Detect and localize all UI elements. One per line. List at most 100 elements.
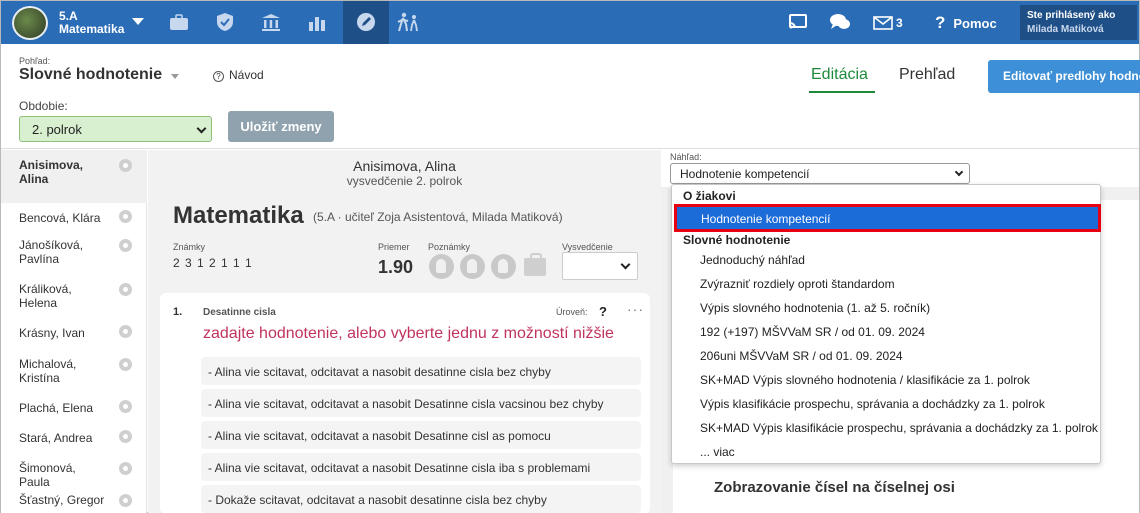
evaluation-option[interactable]: - Alina vie scitavat, odcitavat a nasobi… xyxy=(201,389,641,417)
guide-link[interactable]: ? Návod xyxy=(213,68,264,82)
edit-templates-button[interactable]: Editovať predlohy hodnotenia xyxy=(988,60,1140,93)
dropdown-item-label: Hodnotenie kompetencií xyxy=(701,212,831,226)
status-circle-icon[interactable] xyxy=(119,159,132,172)
help-label: Pomoc xyxy=(953,16,997,31)
evaluation-option[interactable]: - Alina vie scitavat, odcitavat a nasobi… xyxy=(201,357,641,385)
student-name: Králiková, Helena xyxy=(19,282,72,310)
status-circle-icon[interactable] xyxy=(119,283,132,296)
certificate-grade-select[interactable] xyxy=(562,252,638,280)
save-changes-button[interactable]: Uložiť zmeny xyxy=(228,111,334,142)
status-circle-icon[interactable] xyxy=(119,239,132,252)
dropdown-item[interactable]: 192 (+197) MŠVVaM SR / od 01. 09. 2024 xyxy=(700,325,925,339)
active-tab-underline xyxy=(809,91,875,93)
status-circle-icon[interactable] xyxy=(119,325,132,338)
status-circle-icon[interactable] xyxy=(119,430,132,443)
status-circle-icon[interactable] xyxy=(119,494,132,507)
student-item[interactable]: Jánošíková, Pavlína xyxy=(1,230,147,274)
question-circle-icon: ? xyxy=(213,71,224,82)
preview-label: Náhľad: xyxy=(670,152,702,162)
dropdown-item[interactable]: Výpis klasifikácie prospechu, správania … xyxy=(700,397,1045,411)
status-circle-icon[interactable] xyxy=(119,462,132,475)
class-caret-icon[interactable] xyxy=(132,18,144,25)
mail-count: 3 xyxy=(896,15,903,30)
status-circle-icon[interactable] xyxy=(119,210,132,223)
certificate-subtitle: vysvedčenie 2. polrok xyxy=(346,174,463,188)
status-circle-icon[interactable] xyxy=(119,358,132,371)
student-name: Stará, Andrea xyxy=(19,431,93,445)
student-name: Anisimova, Alina xyxy=(19,158,84,186)
guide-label: Návod xyxy=(229,68,264,82)
mail-button[interactable]: 3 xyxy=(873,1,903,44)
view-caret-icon[interactable] xyxy=(171,74,179,79)
evaluation-option[interactable]: - Alina vie scitavat, odcitavat a nasobi… xyxy=(201,421,641,449)
institution-icon[interactable] xyxy=(258,9,284,35)
average-label: Priemer xyxy=(378,242,410,252)
period-select[interactable]: 2. polrok xyxy=(19,116,212,142)
student-item[interactable]: Anisimova, Alina xyxy=(1,150,147,203)
note-warning-icon[interactable] xyxy=(460,254,485,279)
dropdown-more[interactable]: ... viac xyxy=(700,445,735,459)
dropdown-item[interactable]: SK+MAD Výpis slovného hodnotenia / klasi… xyxy=(700,373,1030,387)
note-person-icon[interactable] xyxy=(491,254,516,279)
student-name: Jánošíková, Pavlína xyxy=(19,238,84,266)
tab-overview[interactable]: Prehľad xyxy=(899,66,955,84)
dropdown-item[interactable]: Zvýrazniť rozdiely oproti štandardom xyxy=(700,277,895,291)
evaluation-option[interactable]: - Alina vie scitavat, odcitavat a nasobi… xyxy=(201,453,641,481)
note-praise-icon[interactable] xyxy=(429,254,454,279)
dropdown-item[interactable]: Výpis slovného hodnotenia (1. až 5. ročn… xyxy=(700,301,930,315)
student-name: Michalová, Kristína xyxy=(19,357,77,385)
student-item[interactable]: Bencová, Klára xyxy=(1,203,147,230)
grades-list[interactable]: 2 3 1 2 1 1 1 xyxy=(173,256,253,270)
period-value: 2. polrok xyxy=(32,122,82,137)
more-options-icon[interactable]: ··· xyxy=(627,301,644,317)
chevron-down-icon xyxy=(196,123,207,134)
bag-icon[interactable] xyxy=(524,253,546,276)
pencil-circle-icon[interactable] xyxy=(353,9,379,35)
user-name: Milada Matiková xyxy=(1027,24,1104,35)
student-item[interactable]: Šťastný, Gregor xyxy=(1,485,147,513)
notes-label: Poznámky xyxy=(428,242,471,252)
student-item[interactable]: Michalová, Kristína xyxy=(1,349,147,393)
evaluation-prompt[interactable]: zadajte hodnotenie, alebo vyberte jednu … xyxy=(203,325,614,343)
tab-edit[interactable]: Editácia xyxy=(811,66,868,84)
student-item[interactable]: Stará, Andrea xyxy=(1,423,147,453)
student-item[interactable]: Šimonová, Paula xyxy=(1,453,147,489)
student-name: Šťastný, Gregor xyxy=(19,493,105,507)
student-item[interactable]: Krásny, Ivan xyxy=(1,318,147,349)
chevron-down-icon xyxy=(954,167,964,177)
student-item[interactable]: Plachá, Elena xyxy=(1,393,147,423)
student-list: Anisimova, Alina Bencová, Klára Jánošíková… xyxy=(1,150,147,513)
grades-label: Známky xyxy=(173,242,206,252)
period-label: Obdobie: xyxy=(19,99,68,113)
chevron-down-icon xyxy=(620,259,631,270)
status-circle-icon[interactable] xyxy=(119,400,132,413)
evaluation-option[interactable]: - Dokaže scitavat, odcitavat a nasobit d… xyxy=(201,485,641,513)
student-item[interactable]: Králiková, Helena xyxy=(1,274,147,318)
class-subject: Matematika xyxy=(59,22,125,36)
user-account[interactable]: Ste prihlásený ako Milada Matiková xyxy=(1020,5,1137,40)
bar-chart-icon[interactable] xyxy=(304,9,330,35)
chat-icon[interactable] xyxy=(827,9,853,35)
cast-icon[interactable] xyxy=(785,9,811,35)
walking-people-icon[interactable] xyxy=(395,9,421,35)
dropdown-group-label: O žiakovi xyxy=(683,189,736,203)
class-selector[interactable]: 5.A Matematika xyxy=(59,10,124,36)
level-value[interactable]: ? xyxy=(599,304,607,319)
certificate-label: Vysvedčenie xyxy=(562,242,613,252)
subject-teachers: (5.A · učiteľ Zoja Asistentová, Milada M… xyxy=(313,210,563,224)
level-label: Úroveň: xyxy=(556,307,588,317)
dropdown-item-selected[interactable]: Hodnotenie kompetencií xyxy=(674,204,1101,232)
view-selector[interactable]: Slovné hodnotenie xyxy=(19,66,162,84)
shield-check-icon[interactable] xyxy=(212,9,238,35)
school-logo[interactable] xyxy=(12,6,48,40)
briefcase-icon[interactable] xyxy=(166,9,192,35)
preview-selected-value: Hodnotenie kompetencií xyxy=(680,167,810,181)
card-number: 1. xyxy=(173,306,183,318)
page-header: Pohľad: Slovné hodnotenie ? Návod Obdobie… xyxy=(1,44,1140,149)
preview-select[interactable]: Hodnotenie kompetencií xyxy=(670,163,970,184)
dropdown-item[interactable]: Jednoduchý náhľad xyxy=(700,253,805,267)
help-button[interactable]: ? Pomoc xyxy=(935,13,997,33)
dropdown-item[interactable]: 206uni MŠVVaM SR / od 01. 09. 2024 xyxy=(700,349,903,363)
student-name: Anisimova, Alina xyxy=(353,158,456,174)
dropdown-item[interactable]: SK+MAD Výpis klasifikácie prospechu, spr… xyxy=(700,421,1098,435)
